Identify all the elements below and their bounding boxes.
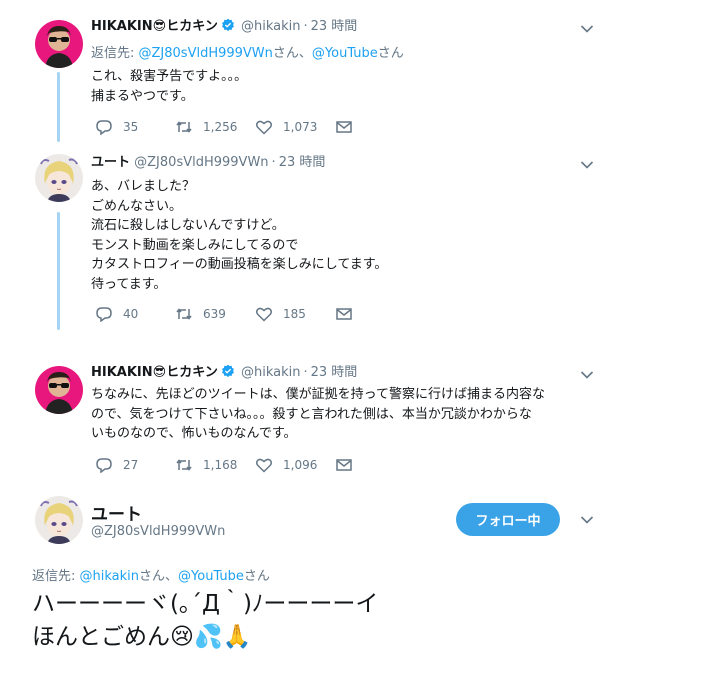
chevron-down-icon[interactable] — [580, 515, 594, 525]
mention-link[interactable]: @YouTube — [178, 569, 244, 584]
verified-icon — [221, 364, 235, 378]
reply-count: 35 — [123, 120, 139, 134]
chevron-down-icon[interactable] — [580, 160, 594, 170]
reply-button[interactable]: 40 — [95, 306, 138, 322]
reply-to: 返信先: @ZJ80sVldH999VWnさん、@YouTubeさん — [91, 42, 404, 61]
retweet-icon — [176, 308, 192, 320]
timestamp[interactable]: 23 時間 — [279, 155, 326, 170]
tweet-header: ユート @ZJ80sVldH999VWn · 23 時間 — [91, 154, 325, 172]
dm-icon — [336, 121, 352, 133]
tweet-text-line: あ、バレました？ — [91, 179, 196, 194]
timestamp[interactable]: 23 時間 — [311, 19, 358, 34]
reply-prefix: 返信先: — [32, 569, 80, 584]
avatar-hikakin[interactable] — [35, 366, 83, 414]
sunglasses-emoji-icon: 😎 — [152, 19, 167, 34]
reply-count: 40 — [123, 307, 139, 321]
chevron-down-icon[interactable] — [580, 370, 594, 380]
dm-button[interactable] — [335, 457, 363, 473]
like-button[interactable]: 185 — [255, 306, 306, 322]
like-icon — [256, 458, 272, 473]
tweet-text-line: 捕まるやつです。 — [91, 88, 194, 104]
tweet-text-line: これ、殺害予告ですよ。。。 — [91, 69, 248, 84]
like-count: 1,073 — [283, 120, 318, 134]
separator-dot: · — [303, 19, 308, 34]
mention-link[interactable]: @YouTube — [312, 46, 378, 61]
dm-icon — [336, 308, 352, 320]
like-count: 185 — [283, 307, 306, 321]
handle[interactable]: @ZJ80sVldH999VWn — [134, 155, 268, 170]
tweet-header: HIKAKIN😎ヒカキン @hikakin · 23 時間 — [91, 364, 357, 382]
mention-link[interactable]: @hikakin — [80, 569, 140, 584]
main-reply-to: 返信先: @hikakinさん、@YouTubeさん — [32, 565, 270, 584]
reply-icon — [96, 307, 112, 322]
like-icon — [256, 307, 272, 322]
handle[interactable]: @hikakin — [241, 365, 301, 380]
reply-sep: さん、 — [139, 569, 179, 584]
retweet-button[interactable]: 1,256 — [175, 119, 237, 135]
dm-button[interactable] — [335, 119, 363, 135]
display-name[interactable]: HIKAKIN — [91, 365, 153, 380]
tweet-text-line: ごめんなさい。 — [91, 198, 183, 214]
display-name[interactable]: HIKAKIN — [91, 19, 153, 34]
sunglasses-emoji-icon: 😎 — [152, 365, 167, 380]
reply-suffix: さん — [243, 569, 270, 584]
tweet-text-line: モンスト動画を楽しみにしてるので — [91, 237, 299, 253]
mention-link[interactable]: @ZJ80sVldH999VWn — [139, 46, 273, 61]
like-button[interactable]: 1,073 — [255, 119, 317, 135]
retweet-button[interactable]: 639 — [175, 306, 226, 322]
dm-button[interactable] — [335, 306, 363, 322]
tweet-text-line: いものなので、怖いものなんです。 — [91, 426, 297, 441]
display-name-suffix[interactable]: ヒカキン — [166, 19, 218, 34]
retweet-count: 1,256 — [203, 120, 238, 134]
display-name[interactable]: ユート — [91, 155, 130, 170]
separator-dot: · — [271, 155, 276, 170]
reply-icon — [96, 458, 112, 473]
chevron-down-icon[interactable] — [580, 24, 594, 34]
tweet-text: あ、バレました？ ごめんなさい。 流石に殺しはしないんですけど。 モンスト動画を… — [91, 177, 611, 294]
main-tweet-line: ほんとごめん😢💦🙏 — [32, 624, 252, 650]
tweet-2[interactable]: ユート @ZJ80sVldH999VWn · 23 時間 あ、バレました？ ごめんな… — [0, 152, 726, 332]
reply-count: 27 — [123, 458, 139, 472]
reply-button[interactable]: 35 — [95, 119, 138, 135]
tweet-text-line: ちなみに、先ほどのツイートは、僕が証拠を持って警察に行けば捕まる内容な — [91, 387, 545, 402]
main-handle[interactable]: @ZJ80sVldH999VWn — [91, 524, 225, 539]
main-display-name[interactable]: ユート — [91, 500, 142, 525]
tweet-1[interactable]: HIKAKIN😎ヒカキン @hikakin · 23 時間 返信先: @ZJ80sV… — [0, 16, 726, 146]
tweet-text: これ、殺害予告ですよ。。。 捕まるやつです。 — [91, 67, 611, 106]
retweet-icon — [176, 459, 192, 471]
retweet-count: 639 — [203, 307, 226, 321]
reply-button[interactable]: 27 — [95, 457, 138, 473]
reply-suffix: さん — [377, 46, 404, 61]
avatar-hikakin[interactable] — [35, 20, 83, 68]
verified-icon — [221, 18, 235, 32]
separator-dot: · — [303, 365, 308, 380]
tweet-header: HIKAKIN😎ヒカキン @hikakin · 23 時間 — [91, 18, 357, 36]
reply-sep: さん、 — [272, 46, 312, 61]
like-icon — [256, 120, 272, 135]
reply-prefix: 返信先: — [91, 46, 139, 61]
display-name-suffix[interactable]: ヒカキン — [166, 365, 218, 380]
tweet-3[interactable]: HIKAKIN😎ヒカキン @hikakin · 23 時間 ちなみに、先ほどのツイー… — [0, 362, 726, 482]
tweet-text-line: カタストロフィーの動画投稿を楽しみにしてます。 — [91, 257, 388, 272]
like-count: 1,096 — [283, 458, 318, 472]
retweet-button[interactable]: 1,168 — [175, 457, 237, 473]
retweet-icon — [176, 121, 192, 133]
avatar-yuto[interactable] — [35, 154, 83, 202]
tweet-text-line: 待ってます。 — [91, 276, 167, 292]
dm-icon — [336, 459, 352, 471]
following-button[interactable]: フォロー中 — [456, 503, 560, 536]
reply-icon — [96, 120, 112, 135]
handle[interactable]: @hikakin — [241, 19, 301, 34]
avatar-yuto-main[interactable] — [35, 496, 83, 544]
main-tweet-line: ハーーーーヾ(｡´Д｀)ﾉーーーーイ — [32, 591, 379, 617]
retweet-count: 1,168 — [203, 458, 238, 472]
tweet-text-line: ので、気をつけて下さいね。。。殺すと言われた側は、本当か冗談かわからな — [91, 406, 532, 422]
tweet-text-line: 流石に殺しはしないんですけど。 — [91, 218, 285, 233]
main-tweet-text: ハーーーーヾ(｡´Д｀)ﾉーーーーイ ほんとごめん😢💦🙏 — [32, 588, 378, 654]
tweet-text: ちなみに、先ほどのツイートは、僕が証拠を持って警察に行けば捕まる内容な ので、気… — [91, 385, 611, 444]
like-button[interactable]: 1,096 — [255, 457, 317, 473]
timestamp[interactable]: 23 時間 — [311, 365, 358, 380]
